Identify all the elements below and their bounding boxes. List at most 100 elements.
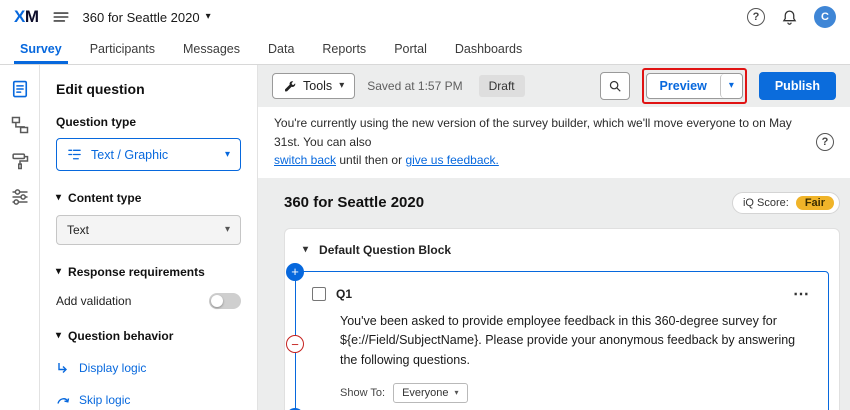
chevron-down-icon: ▾	[225, 225, 230, 235]
rail-item-survey-options[interactable]	[10, 187, 30, 207]
add-validation-label: Add validation	[56, 294, 131, 308]
help-icon[interactable]: ?	[747, 8, 765, 26]
panel-title: Edit question	[56, 81, 241, 97]
chevron-down-icon: ▾	[225, 150, 230, 160]
tab-portal[interactable]: Portal	[380, 34, 441, 64]
tab-dashboards[interactable]: Dashboards	[441, 34, 536, 64]
rail-item-builder[interactable]	[10, 79, 30, 99]
tab-messages[interactable]: Messages	[169, 34, 254, 64]
block-title: Default Question Block	[319, 243, 451, 257]
preview-button[interactable]: Preview	[647, 74, 720, 98]
preview-button-group: Preview ▾	[646, 73, 743, 99]
show-to-value: Everyone	[402, 387, 448, 399]
question-behavior-label: Question behavior	[68, 329, 173, 343]
survey-title: 360 for Seattle 2020	[284, 194, 424, 211]
question-type-value: Text / Graphic	[91, 148, 216, 162]
project-name: 360 for Seattle 2020	[83, 10, 200, 25]
show-to-row: Show To: Everyone ▾	[340, 383, 814, 403]
question-behavior-section-header[interactable]: ▾ Question behavior	[56, 329, 241, 343]
give-feedback-link[interactable]: give us feedback.	[405, 153, 498, 167]
content-type-dropdown[interactable]: Text ▾	[56, 215, 241, 245]
minus-icon: −	[291, 338, 299, 351]
draft-badge: Draft	[479, 75, 525, 97]
display-logic-icon	[56, 361, 70, 375]
caret-down-icon: ▾	[56, 193, 61, 203]
add-validation-row: Add validation	[56, 293, 241, 309]
chevron-down-icon: ▾	[206, 12, 211, 22]
wrench-icon	[283, 80, 296, 93]
rail-item-look-and-feel[interactable]	[10, 151, 30, 171]
remove-question-button[interactable]: −	[286, 335, 304, 353]
show-to-dropdown[interactable]: Everyone ▾	[393, 383, 468, 403]
question-block: ▾ Default Question Block + − + Q1 ⋯	[284, 228, 840, 410]
content-type-section-header[interactable]: ▾ Content type	[56, 191, 241, 205]
tools-button[interactable]: Tools ▾	[272, 73, 355, 99]
skip-logic-icon	[56, 393, 70, 407]
show-to-label: Show To:	[340, 387, 385, 399]
iq-score-label: iQ Score:	[743, 197, 789, 209]
survey-toolbar: Tools ▾ Saved at 1:57 PM Draft Preview ▾…	[258, 65, 850, 107]
top-bar: XM 360 for Seattle 2020 ▾ ? C	[0, 0, 850, 34]
skip-logic-label: Skip logic	[79, 393, 130, 407]
avatar[interactable]: C	[814, 6, 836, 28]
new-builder-notice: You're currently using the new version o…	[258, 107, 850, 178]
tab-participants[interactable]: Participants	[76, 34, 169, 64]
add-question-above-button[interactable]: +	[286, 263, 304, 281]
iq-score-value: Fair	[796, 196, 834, 210]
question-id: Q1	[336, 287, 352, 301]
topbar-icons: ? C	[747, 6, 836, 28]
question-header: Q1 ⋯	[312, 284, 814, 304]
notifications-bell-icon[interactable]	[781, 9, 798, 26]
caret-down-icon: ▾	[56, 331, 61, 341]
search-button[interactable]	[600, 72, 630, 100]
notice-mid-text: until then or	[339, 153, 402, 167]
question-card-q1[interactable]: + − + Q1 ⋯ You've been asked to provide …	[295, 271, 829, 410]
project-switcher[interactable]: 360 for Seattle 2020 ▾	[83, 10, 211, 25]
question-type-dropdown[interactable]: Text / Graphic ▾	[56, 138, 241, 171]
caret-down-icon: ▾	[56, 267, 61, 277]
hamburger-menu-icon[interactable]	[52, 8, 70, 26]
tab-reports[interactable]: Reports	[308, 34, 380, 64]
switch-back-link[interactable]: switch back	[274, 153, 336, 167]
add-validation-toggle[interactable]	[209, 293, 241, 309]
publish-button[interactable]: Publish	[759, 72, 836, 100]
plus-icon: +	[291, 265, 299, 278]
question-type-label: Question type	[56, 115, 241, 129]
notice-help-icon[interactable]: ?	[816, 133, 834, 151]
preview-dropdown-button[interactable]: ▾	[720, 74, 742, 98]
primary-nav: Survey Participants Messages Data Report…	[0, 34, 850, 65]
left-icon-rail	[0, 65, 40, 410]
notice-text: You're currently using the new version o…	[274, 114, 806, 170]
content-type-value: Text	[67, 223, 225, 237]
iq-score-badge[interactable]: iQ Score: Fair	[732, 192, 840, 214]
survey-canvas: 360 for Seattle 2020 iQ Score: Fair ▾ De…	[258, 178, 850, 410]
collapse-block-icon[interactable]: ▾	[303, 245, 308, 255]
skip-logic-link[interactable]: Skip logic	[56, 393, 241, 407]
block-header: ▾ Default Question Block	[293, 241, 831, 271]
search-icon	[608, 79, 622, 93]
response-requirements-section-header[interactable]: ▾ Response requirements	[56, 265, 241, 279]
question-menu-icon[interactable]: ⋯	[789, 284, 814, 304]
toggle-knob	[211, 295, 223, 307]
logo-x: X	[14, 7, 25, 26]
chevron-down-icon: ▾	[339, 81, 344, 91]
chevron-down-icon: ▾	[729, 81, 734, 91]
question-text[interactable]: You've been asked to provide employee fe…	[340, 312, 812, 370]
display-logic-label: Display logic	[79, 361, 146, 375]
help-glyph: ?	[822, 136, 829, 148]
rail-item-survey-flow[interactable]	[10, 115, 30, 135]
chevron-down-icon: ▾	[455, 389, 459, 397]
tab-data[interactable]: Data	[254, 34, 308, 64]
question-checkbox[interactable]	[312, 287, 326, 301]
survey-builder-app: XM 360 for Seattle 2020 ▾ ? C Survey Par…	[0, 0, 850, 410]
main-area: Tools ▾ Saved at 1:57 PM Draft Preview ▾…	[258, 65, 850, 410]
logo-m: M	[25, 7, 39, 26]
notice-line-1: You're currently using the new version o…	[274, 116, 792, 149]
saved-status: Saved at 1:57 PM	[367, 79, 462, 93]
xm-logo: XM	[14, 7, 39, 27]
display-logic-link[interactable]: Display logic	[56, 361, 241, 375]
edit-question-panel: Edit question Question type Text / Graph…	[40, 65, 258, 410]
title-row: 360 for Seattle 2020 iQ Score: Fair	[284, 192, 840, 214]
tab-survey[interactable]: Survey	[6, 34, 76, 64]
content-type-label: Content type	[68, 191, 141, 205]
